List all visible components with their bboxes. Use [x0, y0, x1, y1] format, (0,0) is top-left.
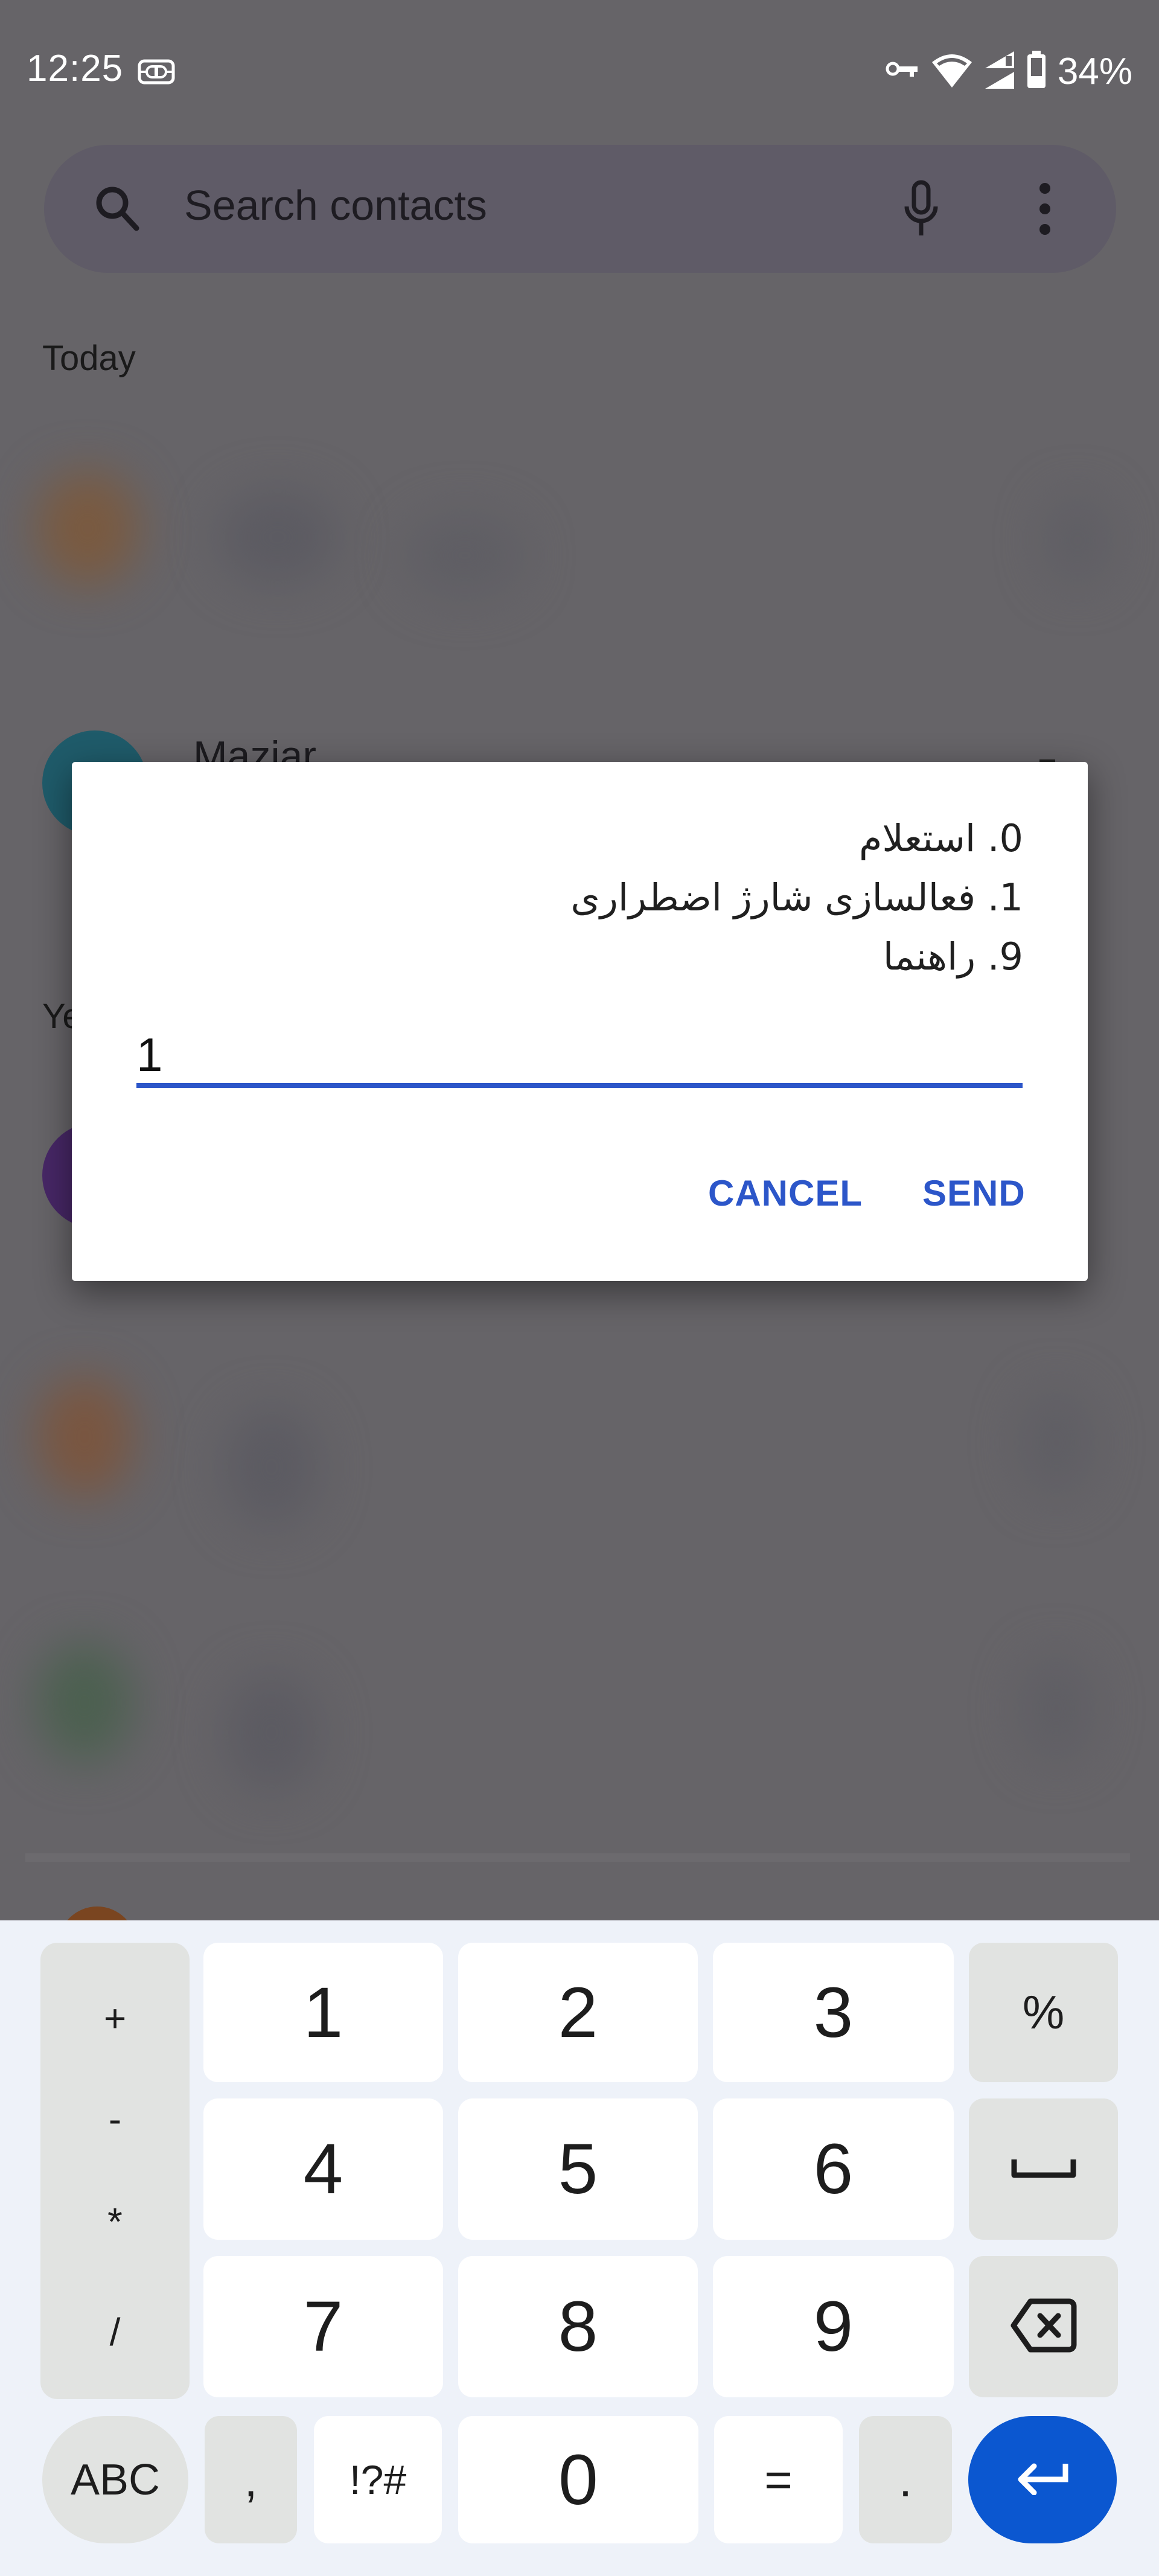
signal-icon [984, 50, 1015, 93]
key-0[interactable]: 0 [458, 2416, 698, 2543]
key-enter[interactable] [968, 2416, 1117, 2543]
space-icon [1011, 2157, 1077, 2182]
section-label-today: Today [42, 339, 136, 378]
key-6[interactable]: 6 [713, 2098, 954, 2240]
ussd-menu-line: 9. راهنما [883, 935, 1023, 979]
ussd-dialog: 0. استعلام 1. فعالسازی شارژ اضطراری 9. ر… [72, 762, 1088, 1281]
battery-percent: 34% [1057, 50, 1132, 92]
key-5[interactable]: 5 [458, 2098, 698, 2240]
key-7[interactable]: 7 [203, 2256, 443, 2397]
operator-keys: + - * / [40, 1943, 190, 2399]
key-abc[interactable]: ABC [42, 2416, 188, 2543]
numeric-keyboard: + - * / 1 2 3 % 4 5 6 7 8 9 ABC , !?# 0 … [0, 1920, 1159, 2576]
enter-icon [1015, 2461, 1070, 2498]
status-time: 12:25 [27, 48, 124, 89]
key-slash[interactable]: / [40, 2310, 190, 2354]
key-plus[interactable]: + [40, 1996, 190, 2041]
connection-icon [138, 59, 175, 85]
mic-icon[interactable] [903, 180, 939, 241]
key-4[interactable]: 4 [203, 2098, 443, 2240]
key-1[interactable]: 1 [203, 1943, 443, 2082]
key-period[interactable]: . [859, 2416, 952, 2543]
ussd-menu-text: 0. استعلام 1. فعالسازی شارژ اضطراری 9. ر… [178, 809, 1023, 986]
blurred-call-entries[interactable] [24, 1352, 1135, 1859]
key-asterisk[interactable]: * [40, 2199, 190, 2244]
vpn-key-icon [885, 58, 920, 85]
key-minus[interactable]: - [40, 2097, 190, 2141]
divider [25, 1853, 1130, 1862]
key-percent[interactable]: % [969, 1943, 1118, 2082]
battery-icon [1026, 50, 1047, 92]
key-equals[interactable]: = [714, 2416, 843, 2543]
ussd-response-input[interactable] [136, 1015, 1023, 1094]
status-icons: 34% [885, 47, 1132, 95]
search-input[interactable]: Search contacts [184, 181, 487, 229]
ussd-menu-line: 0. استعلام [858, 816, 1023, 860]
key-comma[interactable]: , [205, 2416, 297, 2543]
more-vert-icon[interactable] [1036, 181, 1054, 240]
input-underline [136, 1083, 1023, 1088]
key-space[interactable] [969, 2098, 1118, 2240]
key-symbols[interactable]: !?# [314, 2416, 442, 2543]
wifi-icon [931, 51, 973, 92]
key-backspace[interactable] [969, 2256, 1118, 2397]
search-icon[interactable] [91, 181, 145, 238]
key-9[interactable]: 9 [713, 2256, 954, 2397]
blurred-call-entry[interactable] [18, 447, 1141, 628]
send-button[interactable]: SEND [922, 1172, 1026, 1214]
key-2[interactable]: 2 [458, 1943, 698, 2082]
backspace-icon [1010, 2298, 1078, 2356]
key-3[interactable]: 3 [713, 1943, 954, 2082]
cancel-button[interactable]: CANCEL [708, 1172, 863, 1214]
ussd-menu-line: 1. فعالسازی شارژ اضطراری [570, 875, 1023, 919]
key-8[interactable]: 8 [458, 2256, 698, 2397]
